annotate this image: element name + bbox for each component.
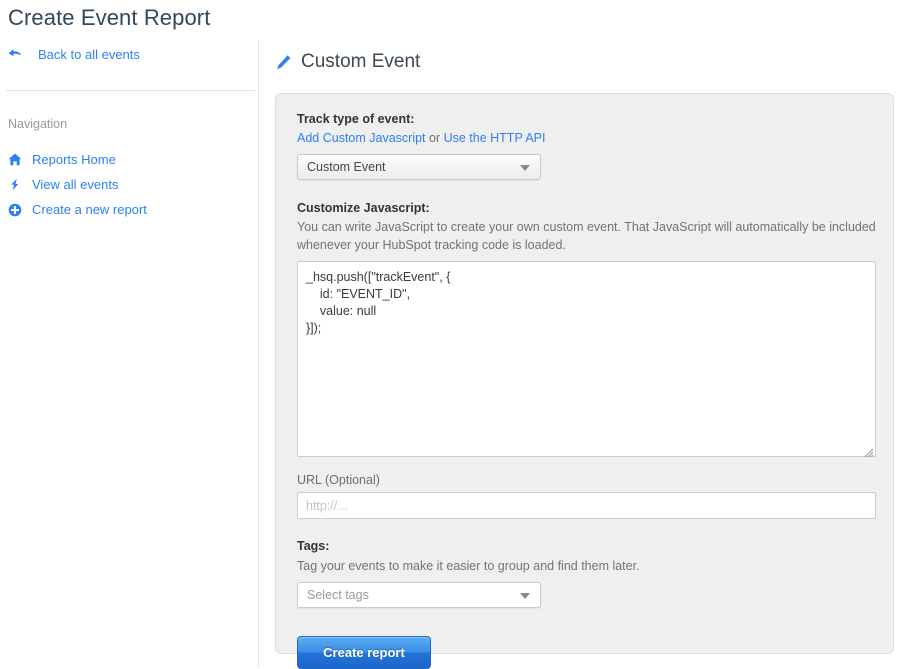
navigation-list: Reports Home View all events Create a ne…: [0, 147, 259, 222]
page-title: Create Event Report: [8, 5, 211, 30]
use-http-api-link[interactable]: Use the HTTP API: [444, 131, 546, 145]
home-icon: [8, 153, 32, 166]
create-report-button[interactable]: Create report: [297, 636, 431, 669]
tags-select[interactable]: Select tags: [297, 582, 541, 608]
chevron-down-icon: [520, 165, 530, 171]
track-type-label: Track type of event:: [297, 112, 415, 126]
back-to-all-events-label: Back to all events: [38, 46, 140, 62]
navigation-heading: Navigation: [8, 117, 68, 131]
sidebar-item-label: Reports Home: [32, 152, 116, 167]
custom-javascript-textarea[interactable]: [297, 261, 876, 457]
url-label: URL (Optional): [297, 473, 380, 487]
customize-javascript-help: You can write JavaScript to create your …: [297, 220, 876, 252]
tags-label: Tags:: [297, 539, 330, 553]
sidebar: Back to all events Navigation Reports Ho…: [0, 40, 259, 667]
track-type-select-value: Custom Event: [307, 160, 386, 174]
panel-title-label: Custom Event: [301, 51, 421, 72]
chevron-down-icon: [520, 593, 530, 599]
sidebar-item-view-all-events[interactable]: View all events: [0, 172, 259, 197]
sidebar-item-create-a-new-report[interactable]: Create a new report: [0, 197, 259, 222]
lightning-bolt-icon: [8, 178, 32, 191]
sidebar-item-label: View all events: [32, 177, 119, 192]
main-content: Custom Event Track type of event: Add Cu…: [259, 40, 911, 669]
track-type-select[interactable]: Custom Event: [297, 154, 541, 180]
add-custom-javascript-link[interactable]: Add Custom Javascript: [297, 131, 426, 145]
panel-title: Custom Event: [275, 51, 420, 73]
tags-select-value: Select tags: [307, 588, 369, 602]
tags-help: Tag your events to make it easier to gro…: [297, 559, 640, 573]
sidebar-item-label: Create a new report: [32, 202, 147, 217]
form-fields: Track type of event: Add Custom Javascri…: [297, 94, 876, 669]
sidebar-item-reports-home[interactable]: Reports Home: [0, 147, 259, 172]
url-input[interactable]: [297, 492, 876, 519]
plus-circle-icon: [8, 203, 32, 217]
back-arrow-icon: [8, 48, 30, 60]
back-to-all-events-link[interactable]: Back to all events: [8, 45, 140, 63]
pencil-icon: [275, 54, 292, 71]
links-separator: or: [425, 131, 444, 145]
create-event-form-panel: Track type of event: Add Custom Javascri…: [275, 93, 894, 669]
sidebar-divider: [6, 90, 255, 91]
customize-javascript-label: Customize Javascript:: [297, 201, 430, 215]
track-type-links: Add Custom Javascript or Use the HTTP AP…: [297, 131, 876, 145]
